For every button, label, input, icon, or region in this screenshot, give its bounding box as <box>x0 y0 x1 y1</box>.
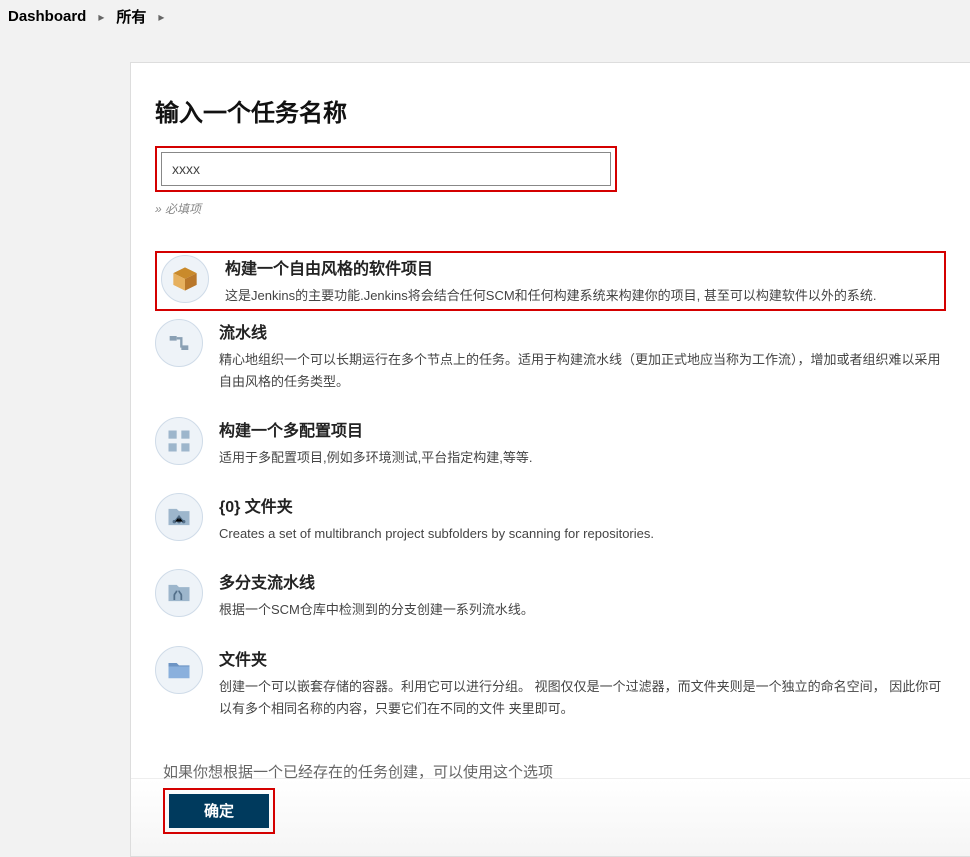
type-title: 流水线 <box>219 319 946 343</box>
type-desc: Creates a set of multibranch project sub… <box>219 523 946 545</box>
page-title: 输入一个任务名称 <box>155 93 946 128</box>
type-folder[interactable]: 文件夹 创建一个可以嵌套存储的容器。利用它可以进行分组。 视图仅仅是一个过滤器，… <box>155 638 946 736</box>
chevron-right-icon: ▸ <box>98 10 104 24</box>
org-folder-icon <box>155 493 203 541</box>
breadcrumb: Dashboard ▸ 所有 ▸ <box>0 0 970 33</box>
branch-icon <box>155 569 203 617</box>
new-item-panel: 输入一个任务名称 » 必填项 构建一个自由风格的软件项目 这是Jenkins的主… <box>130 62 970 857</box>
matrix-icon <box>155 417 203 465</box>
type-multiconfig[interactable]: 构建一个多配置项目 适用于多配置项目,例如多环境测试,平台指定构建,等等. <box>155 409 946 485</box>
type-desc: 这是Jenkins的主要功能.Jenkins将会结合任何SCM和任何构建系统来构… <box>225 285 940 307</box>
required-hint: » 必填项 <box>155 200 946 217</box>
type-title: 构建一个多配置项目 <box>219 417 946 441</box>
type-desc: 创建一个可以嵌套存储的容器。利用它可以进行分组。 视图仅仅是一个过滤器，而文件夹… <box>219 676 946 720</box>
folder-icon <box>155 646 203 694</box>
type-title: 多分支流水线 <box>219 569 946 593</box>
type-title: 构建一个自由风格的软件项目 <box>225 255 940 279</box>
type-freestyle[interactable]: 构建一个自由风格的软件项目 这是Jenkins的主要功能.Jenkins将会结合… <box>155 251 946 311</box>
item-name-input[interactable] <box>161 152 611 186</box>
type-desc: 精心地组织一个可以长期运行在多个节点上的任务。适用于构建流水线（更加正式地应当称… <box>219 349 946 393</box>
type-orgfolder[interactable]: {0} 文件夹 Creates a set of multibranch pro… <box>155 485 946 561</box>
breadcrumb-dashboard[interactable]: Dashboard <box>8 8 86 25</box>
copy-from-hint: 如果你想根据一个已经存在的任务创建，可以使用这个选项 <box>155 761 970 782</box>
type-title: {0} 文件夹 <box>219 493 946 517</box>
item-type-list: 构建一个自由风格的软件项目 这是Jenkins的主要功能.Jenkins将会结合… <box>155 251 946 736</box>
chevron-right-icon: ▸ <box>158 10 164 24</box>
type-desc: 根据一个SCM仓库中检测到的分支创建一系列流水线。 <box>219 599 946 621</box>
breadcrumb-all[interactable]: 所有 <box>116 6 146 27</box>
type-title: 文件夹 <box>219 646 946 670</box>
pipeline-icon <box>155 319 203 367</box>
type-desc: 适用于多配置项目,例如多环境测试,平台指定构建,等等. <box>219 447 946 469</box>
type-pipeline[interactable]: 流水线 精心地组织一个可以长期运行在多个节点上的任务。适用于构建流水线（更加正式… <box>155 311 946 409</box>
type-multibranch[interactable]: 多分支流水线 根据一个SCM仓库中检测到的分支创建一系列流水线。 <box>155 561 946 637</box>
box-icon <box>161 255 209 303</box>
